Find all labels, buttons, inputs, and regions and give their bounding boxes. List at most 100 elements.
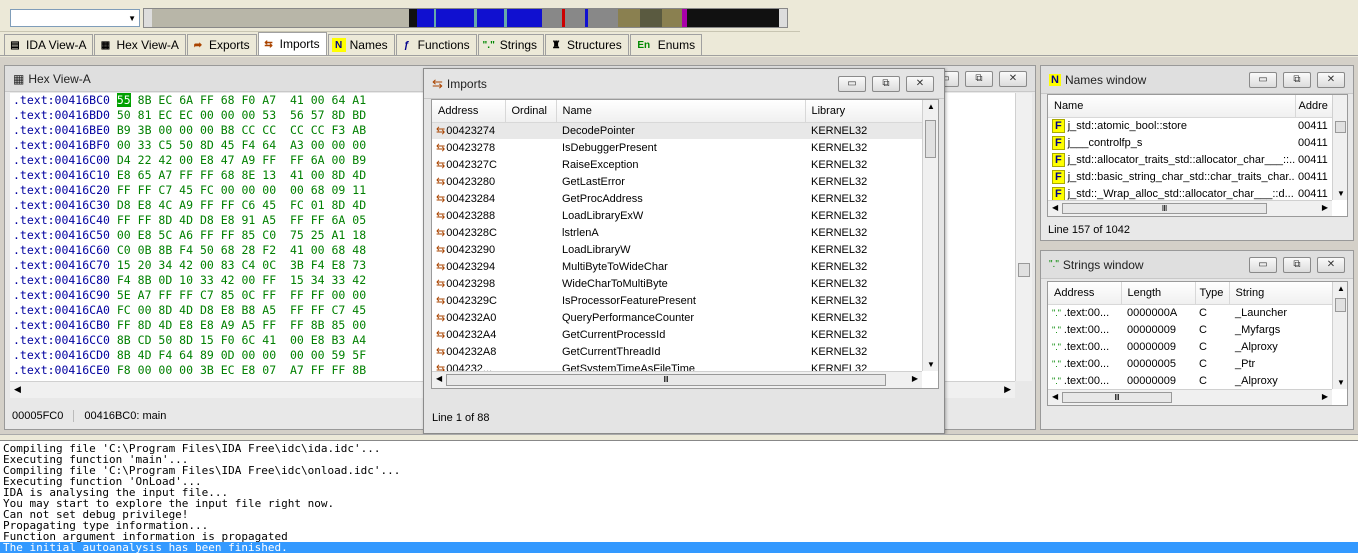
output-window[interactable]: Compiling file 'C:\Program Files\IDA Fre… xyxy=(0,440,1358,558)
scroll-right-icon: ▶ xyxy=(911,374,918,383)
table-row[interactable]: ⇆00423288 LoadLibraryExW KERNEL32 xyxy=(432,207,922,224)
table-row[interactable]: "." .text:00... 00000009 C _Myfargs xyxy=(1048,321,1332,338)
table-row[interactable]: ⇆00423290 LoadLibraryW KERNEL32 xyxy=(432,241,922,258)
table-row[interactable]: ⇆0042328C lstrlenA KERNEL32 xyxy=(432,224,922,241)
tab-enums[interactable]: En Enums xyxy=(629,34,703,55)
table-row[interactable]: ⇆00423278 IsDebuggerPresent KERNEL32 xyxy=(432,139,922,156)
table-row[interactable]: ⇆004232A4 GetCurrentProcessId KERNEL32 xyxy=(432,326,922,343)
table-row[interactable]: "." .text:00... 00000005 C _Ptr xyxy=(1048,355,1332,372)
tab-label: Imports xyxy=(279,37,320,51)
tab-hex-view[interactable]: ▦ Hex View-A xyxy=(94,34,186,55)
strings-cell-address: "." .text:00... xyxy=(1048,321,1121,338)
output-line: Compiling file 'C:\Program Files\IDA Fre… xyxy=(3,442,381,455)
imports-address-text: 00423284 xyxy=(446,193,496,205)
table-row[interactable]: ⇆0042327C RaiseException KERNEL32 xyxy=(432,156,922,173)
table-row[interactable]: ⇆00423280 GetLastError KERNEL32 xyxy=(432,173,922,190)
output-splitter[interactable] xyxy=(0,434,1358,439)
strings-col-type[interactable]: Type xyxy=(1195,282,1230,305)
imports-cell-library: KERNEL32 xyxy=(811,192,868,205)
imports-body: ⇆00423274 DecodePointer KERNEL32 ⇆00423278 I… xyxy=(432,122,922,388)
string-entry-icon: "." xyxy=(1052,341,1061,352)
segment-select[interactable]: ▼ xyxy=(10,9,140,27)
table-row[interactable]: Fj_std::allocator_traits_std::allocator_… xyxy=(1048,151,1332,168)
strings-vertical-scrollbar[interactable]: ▲ ▼ xyxy=(1332,282,1347,389)
tab-label: Strings xyxy=(499,38,538,52)
imports-vertical-scrollbar[interactable]: ▲ ▼ xyxy=(922,100,938,371)
table-row[interactable]: "." .text:00... 00000009 C _Alproxy xyxy=(1048,372,1332,389)
names-name-text: j_std::allocator_traits_std::allocator_c… xyxy=(1067,153,1295,166)
table-row[interactable]: ⇆00423298 WideCharToMultiByte KERNEL32 xyxy=(432,275,922,292)
imports-cell-library: KERNEL32 xyxy=(811,175,868,188)
scroll-thumb[interactable]: Ⅲ xyxy=(1062,392,1172,403)
imports-cell-ordinal xyxy=(505,190,556,207)
names-vertical-scrollbar[interactable]: ▼ xyxy=(1332,95,1347,200)
strings-minimize-button[interactable]: ▭ xyxy=(1249,256,1277,273)
names-col-address[interactable]: Addre xyxy=(1295,95,1333,118)
navigation-band[interactable] xyxy=(143,8,788,28)
tab-ida-view[interactable]: ▤ IDA View-A xyxy=(4,34,94,55)
imports-minimize-button[interactable]: ▭ xyxy=(838,75,866,92)
scroll-thumb[interactable] xyxy=(1335,298,1346,312)
scroll-thumb[interactable] xyxy=(925,120,936,158)
table-row[interactable]: ⇆00423284 GetProcAddress KERNEL32 xyxy=(432,190,922,207)
hex-maximize-button[interactable]: ⧉ xyxy=(965,70,993,87)
tab-strings[interactable]: "." Strings xyxy=(477,34,545,55)
scroll-thumb[interactable] xyxy=(1335,121,1346,133)
hex-cursor-byte[interactable]: 55 xyxy=(116,93,131,107)
imports-col-name[interactable]: Name xyxy=(556,100,806,123)
table-row[interactable]: ⇆004232A8 GetCurrentThreadId KERNEL32 xyxy=(432,343,922,360)
names-horizontal-scrollbar[interactable]: ◀ Ⅲ ▶ xyxy=(1048,200,1332,216)
strings-icon: "." xyxy=(482,39,495,51)
imports-horizontal-scrollbar[interactable]: ◀ Ⅲ ▶ xyxy=(432,371,922,388)
names-col-name[interactable]: Name xyxy=(1048,95,1296,118)
hex-close-button[interactable]: ✕ xyxy=(999,70,1027,87)
table-row[interactable]: "." .text:00... 0000000A C _Launcher xyxy=(1048,304,1332,321)
tab-structures[interactable]: ♜ Structures xyxy=(545,34,629,55)
hex-status-offset: 00005FC0 xyxy=(12,410,75,422)
tab-names[interactable]: N Names xyxy=(327,34,395,55)
hex-line-address: .text:00416C10 xyxy=(13,168,110,182)
strings-col-length[interactable]: Length xyxy=(1121,282,1196,305)
import-entry-icon: ⇆ xyxy=(436,312,446,324)
imports-cell-library: KERNEL32 xyxy=(811,158,868,171)
table-row[interactable]: ⇆0042329C IsProcessorFeaturePresent KERNEL… xyxy=(432,292,922,309)
ida-view-icon: ▤ xyxy=(10,39,20,51)
imports-col-library[interactable]: Library xyxy=(805,100,923,123)
names-minimize-button[interactable]: ▭ xyxy=(1249,71,1277,88)
hex-line-bytes: E8 65 A7 FF FF 68 8E 13 41 00 8D 4D xyxy=(116,168,367,182)
strings-close-button[interactable]: ✕ xyxy=(1317,256,1345,273)
table-row[interactable]: ⇆00423294 MultiByteToWideChar KERNEL32 xyxy=(432,258,922,275)
names-close-button[interactable]: ✕ xyxy=(1317,71,1345,88)
scroll-thumb[interactable]: Ⅲ xyxy=(1062,203,1267,214)
tab-functions[interactable]: ƒ Functions xyxy=(395,34,477,55)
imports-close-button[interactable]: ✕ xyxy=(906,75,934,92)
tab-exports[interactable]: ➦ Exports xyxy=(186,34,257,55)
scroll-thumb[interactable] xyxy=(1018,263,1030,277)
hex-vertical-scrollbar[interactable] xyxy=(1015,93,1032,381)
strings-cell-address: "." .text:00... xyxy=(1048,304,1121,321)
hex-line-bytes: 00 33 C5 50 8D 45 F4 64 A3 00 00 00 xyxy=(116,138,367,152)
names-maximize-button[interactable]: ⧉ xyxy=(1283,71,1311,88)
table-row[interactable]: ⇆00423274 DecodePointer KERNEL32 xyxy=(432,122,922,139)
imports-col-address[interactable]: Address xyxy=(432,100,506,123)
imports-address-text: 004232A8 xyxy=(446,346,497,358)
strings-maximize-button[interactable]: ⧉ xyxy=(1283,256,1311,273)
table-row[interactable]: Fj_std::basic_string_char_std::char_trai… xyxy=(1048,168,1332,185)
hex-line-bytes: D8 E8 4C A9 FF FF C6 45 FC 01 8D 4D xyxy=(116,198,367,212)
imports-status: Line 1 of 88 xyxy=(432,412,490,424)
table-row[interactable]: Fj_std::atomic_bool::store 00411 xyxy=(1048,117,1332,134)
imports-maximize-button[interactable]: ⧉ xyxy=(872,75,900,92)
table-row[interactable]: Fj___controlfp_s 00411 xyxy=(1048,134,1332,151)
imports-address-text: 0042327C xyxy=(446,159,497,171)
table-row[interactable]: "." .text:00... 00000009 C _Alproxy xyxy=(1048,338,1332,355)
imports-cell-ordinal xyxy=(505,224,556,241)
table-row[interactable]: ⇆004232A0 QueryPerformanceCounter KERNEL32 xyxy=(432,309,922,326)
strings-col-address[interactable]: Address xyxy=(1048,282,1122,305)
scroll-thumb[interactable]: Ⅲ xyxy=(446,374,886,386)
hex-line-address: .text:00416C20 xyxy=(13,183,110,197)
imports-cell-address: ⇆00423298 xyxy=(432,275,505,292)
strings-col-string[interactable]: String xyxy=(1229,282,1333,305)
tab-imports[interactable]: ⇆ Imports xyxy=(257,32,327,55)
strings-horizontal-scrollbar[interactable]: ◀ Ⅲ ▶ xyxy=(1048,389,1332,405)
imports-col-ordinal[interactable]: Ordinal xyxy=(505,100,557,123)
